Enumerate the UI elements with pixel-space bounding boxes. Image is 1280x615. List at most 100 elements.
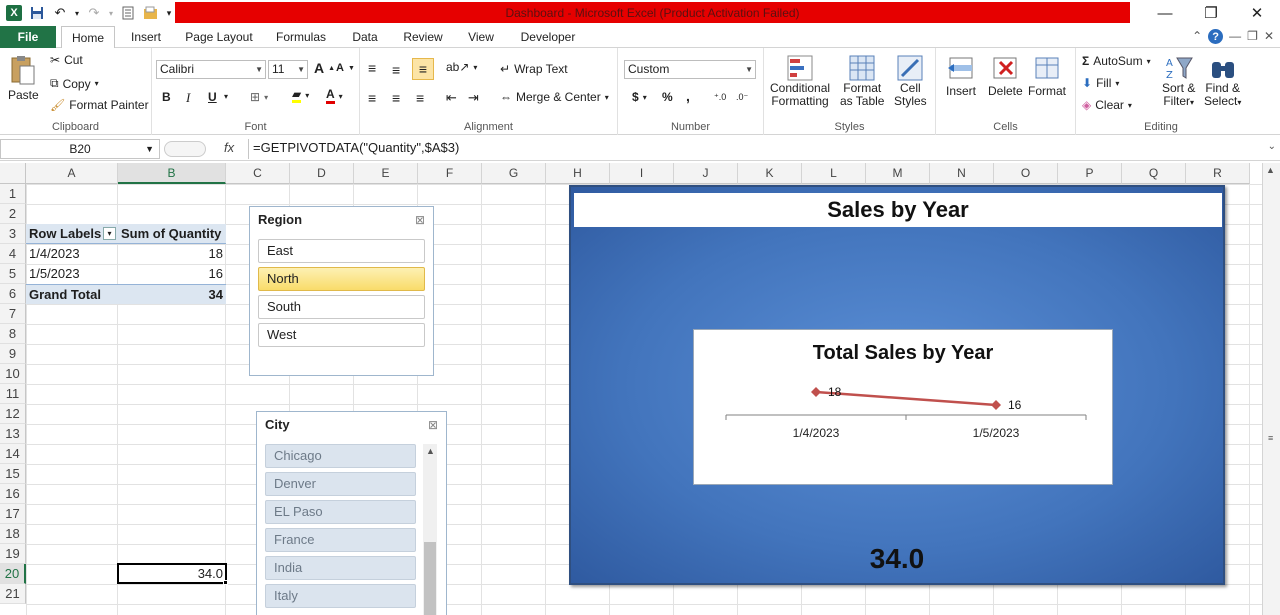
- tab-file[interactable]: File: [0, 26, 56, 48]
- underline-dropdown-icon[interactable]: ▾: [224, 92, 228, 101]
- row-header-10[interactable]: 10: [0, 364, 26, 384]
- open-folder-icon[interactable]: [141, 2, 161, 24]
- row-header-13[interactable]: 13: [0, 424, 26, 444]
- row-header-19[interactable]: 19: [0, 544, 26, 564]
- restore-icon[interactable]: ❐: [1188, 0, 1234, 26]
- cut-button[interactable]: ✂ Cut: [50, 53, 83, 67]
- borders-icon[interactable]: ⊞ ▾: [250, 90, 268, 104]
- insert-function-icon[interactable]: fx: [224, 140, 234, 155]
- pivot-row-label[interactable]: 1/5/2023: [26, 264, 118, 284]
- row-header-5[interactable]: 5: [0, 264, 26, 284]
- delete-cells-button[interactable]: Delete: [988, 54, 1023, 98]
- expand-formula-bar-icon[interactable]: ⌄: [1268, 141, 1276, 152]
- align-center-icon[interactable]: ≡: [392, 90, 400, 106]
- redo-dropdown-icon[interactable]: ▾: [107, 2, 115, 24]
- font-color-icon[interactable]: A ▾: [326, 88, 343, 104]
- tab-page-layout[interactable]: Page Layout: [180, 26, 258, 48]
- align-left-icon[interactable]: ≡: [368, 90, 376, 106]
- tab-insert[interactable]: Insert: [122, 26, 170, 48]
- column-header-d[interactable]: D: [290, 163, 354, 184]
- close-icon[interactable]: ✕: [1234, 0, 1280, 26]
- name-box[interactable]: B20 ▼: [0, 139, 160, 159]
- slicer-scrollbar[interactable]: ▲: [423, 444, 437, 615]
- shrink-font-icon[interactable]: A ▼: [336, 62, 355, 74]
- row-header-17[interactable]: 17: [0, 504, 26, 524]
- currency-button[interactable]: $ ▾: [632, 90, 647, 104]
- row-header-2[interactable]: 2: [0, 204, 26, 224]
- column-header-p[interactable]: P: [1058, 163, 1122, 184]
- column-header-o[interactable]: O: [994, 163, 1058, 184]
- format-painter-button[interactable]: 🖌 Format Painter: [50, 98, 149, 112]
- slicer-item-east[interactable]: East: [258, 239, 425, 263]
- doc-close-icon[interactable]: ✕: [1264, 29, 1274, 44]
- pivot-row-value[interactable]: 16: [118, 264, 226, 284]
- align-bottom-icon[interactable]: ≡: [412, 58, 434, 80]
- column-header-b[interactable]: B: [118, 163, 226, 184]
- row-header-4[interactable]: 4: [0, 244, 26, 264]
- slicer-item-denver[interactable]: Denver: [265, 472, 416, 496]
- doc-restore-icon[interactable]: ❐: [1247, 29, 1258, 44]
- clear-filter-icon[interactable]: ⊠: [415, 213, 425, 227]
- column-header-q[interactable]: Q: [1122, 163, 1186, 184]
- row-header-3[interactable]: 3: [0, 224, 26, 244]
- paste-button[interactable]: Paste: [8, 54, 39, 102]
- grow-font-icon[interactable]: A ▲: [314, 60, 335, 76]
- slicer-scroll-thumb[interactable]: [424, 542, 436, 615]
- sort-filter-button[interactable]: AZ Sort & Filter▾: [1162, 54, 1195, 109]
- tab-data[interactable]: Data: [343, 26, 387, 48]
- customize-qat-icon[interactable]: ▾: [164, 2, 174, 24]
- format-as-table-button[interactable]: Format as Table: [840, 54, 884, 108]
- column-header-k[interactable]: K: [738, 163, 802, 184]
- row-header-1[interactable]: 1: [0, 184, 26, 204]
- decrease-decimal-icon[interactable]: .0⁻: [736, 92, 748, 103]
- pivot-total-value[interactable]: 34: [118, 284, 226, 304]
- autosum-button[interactable]: Σ AutoSum ▾: [1082, 54, 1151, 68]
- column-header-f[interactable]: F: [418, 163, 482, 184]
- row-header-8[interactable]: 8: [0, 324, 26, 344]
- pivot-row-labels-header[interactable]: Row Labels ▾: [26, 224, 118, 244]
- column-header-m[interactable]: M: [866, 163, 930, 184]
- slicer-item-west[interactable]: West: [258, 323, 425, 347]
- number-format-select[interactable]: Custom ▼: [624, 60, 756, 79]
- save-icon[interactable]: [27, 2, 47, 24]
- conditional-formatting-button[interactable]: Conditional Formatting: [770, 54, 830, 108]
- help-icon[interactable]: ?: [1208, 29, 1224, 44]
- formula-input[interactable]: =GETPIVOTDATA("Quantity",$A$3): [248, 139, 1264, 159]
- align-top-icon[interactable]: ≡: [368, 60, 376, 76]
- fill-color-icon[interactable]: ▰ ▾: [292, 88, 309, 103]
- merge-center-button[interactable]: ⇔ Merge & Center ▾: [500, 90, 609, 104]
- undo-icon[interactable]: ↶: [50, 2, 70, 24]
- column-header-j[interactable]: J: [674, 163, 738, 184]
- tab-home[interactable]: Home: [61, 26, 115, 49]
- row-header-12[interactable]: 12: [0, 404, 26, 424]
- row-header-11[interactable]: 11: [0, 384, 26, 404]
- column-header-a[interactable]: A: [26, 163, 118, 184]
- tab-developer[interactable]: Developer: [513, 26, 583, 48]
- dashboard-panel[interactable]: Sales by Year Total Sales by Year 18 16 1/…: [569, 185, 1225, 585]
- minimize-ribbon-icon[interactable]: ⌃: [1192, 29, 1202, 44]
- orientation-icon[interactable]: ab↗ ▾: [446, 60, 477, 74]
- slicer-item-france[interactable]: France: [265, 528, 416, 552]
- row-header-16[interactable]: 16: [0, 484, 26, 504]
- increase-decimal-icon[interactable]: ⁺.0: [714, 92, 726, 103]
- clear-filter-icon[interactable]: ⊠: [428, 418, 438, 432]
- tab-formulas[interactable]: Formulas: [268, 26, 334, 48]
- italic-button[interactable]: I: [186, 90, 190, 106]
- fill-button[interactable]: ⬇ Fill ▾: [1082, 76, 1119, 90]
- column-header-l[interactable]: L: [802, 163, 866, 184]
- copy-button[interactable]: ⧉ Copy ▾: [50, 76, 99, 91]
- column-header-i[interactable]: I: [610, 163, 674, 184]
- split-box-icon[interactable]: ≡: [1268, 433, 1273, 443]
- row-header-21[interactable]: 21: [0, 584, 26, 604]
- form-icon[interactable]: [118, 2, 138, 24]
- find-select-button[interactable]: Find & Select▾: [1204, 54, 1241, 109]
- row-header-14[interactable]: 14: [0, 444, 26, 464]
- decrease-indent-icon[interactable]: ⇤: [446, 90, 457, 106]
- undo-dropdown-icon[interactable]: ▾: [73, 2, 81, 24]
- fill-handle[interactable]: [223, 580, 228, 585]
- select-all-corner[interactable]: [0, 163, 26, 184]
- slicer-item-el-paso[interactable]: EL Paso: [265, 500, 416, 524]
- formula-bar-splitter[interactable]: [164, 141, 206, 157]
- slicer-item-italy[interactable]: Italy: [265, 584, 416, 608]
- slicer-item-india[interactable]: India: [265, 556, 416, 580]
